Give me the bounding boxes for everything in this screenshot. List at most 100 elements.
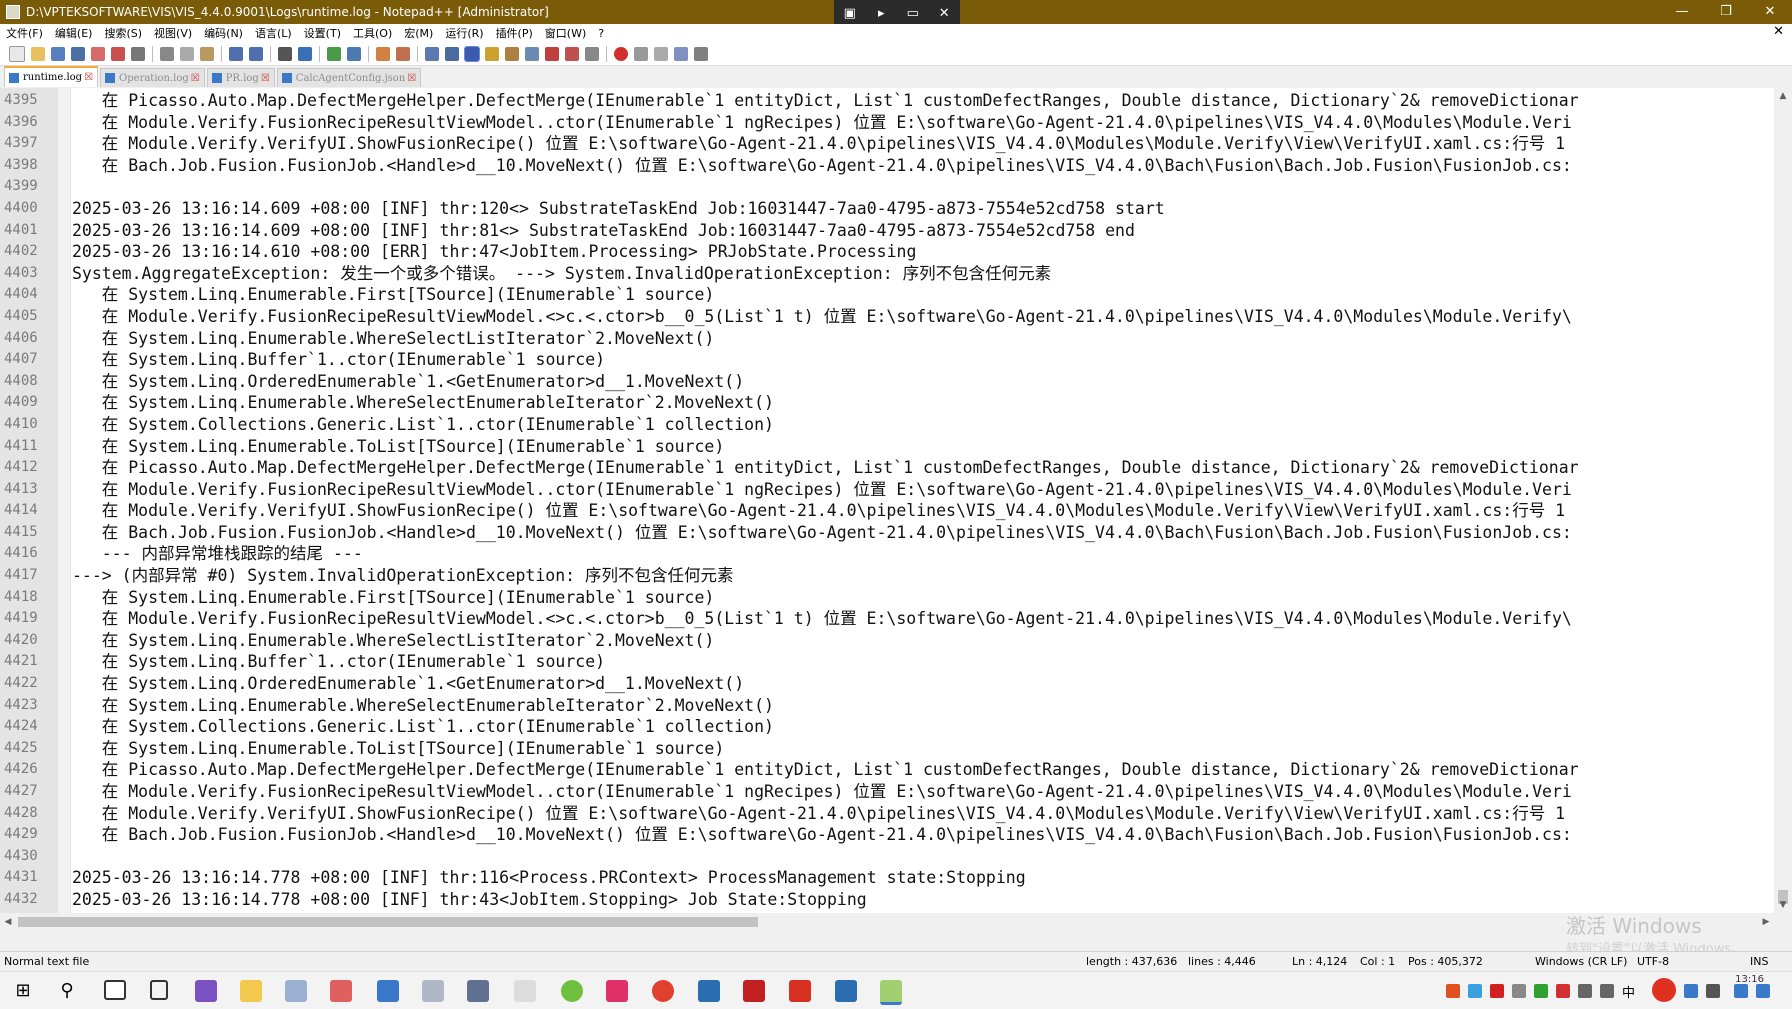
remote-screen-icon[interactable]: ▣ (839, 6, 861, 21)
close-button[interactable]: ✕ (1748, 0, 1792, 24)
menu-view[interactable]: 视图(V) (148, 25, 198, 41)
paste-icon[interactable] (200, 46, 214, 61)
menu-plugins[interactable]: 插件(P) (490, 25, 539, 41)
text-line[interactable]: 4418 在 System.Linq.Enumerable.First[TSou… (0, 587, 1772, 609)
tab-close-icon[interactable]: ☒ (191, 73, 200, 84)
menu-encoding[interactable]: 编码(N) (198, 25, 249, 41)
text-line[interactable]: 4432 2025-03-26 13:16:14.778 +08:00 [INF]… (0, 889, 1772, 911)
line-text[interactable]: 2025-03-26 13:16:14.609 +08:00 [INF] thr… (72, 198, 1165, 220)
menu-macro[interactable]: 宏(M) (398, 25, 439, 41)
line-text[interactable]: 在 Module.Verify.VerifyUI.ShowFusionRecip… (72, 133, 1565, 155)
text-line[interactable]: 4408 在 System.Linq.OrderedEnumerable`1.<… (0, 371, 1772, 393)
remote-desktop-icon[interactable] (422, 980, 444, 1002)
close-all-icon[interactable] (111, 46, 125, 61)
zoom-out-icon[interactable] (347, 46, 361, 61)
tray-punctuation-icon[interactable] (1706, 984, 1720, 998)
open-file-icon[interactable] (31, 46, 45, 61)
text-line[interactable]: 4419 在 Module.Verify.FusionRecipeResultV… (0, 608, 1772, 630)
tray-keyboard-icon[interactable] (1756, 984, 1770, 998)
scroll-down-icon[interactable]: ▼ (1774, 897, 1792, 913)
remote-close-icon[interactable]: ✕ (933, 6, 955, 21)
line-text[interactable]: 在 Picasso.Auto.Map.DefectMergeHelper.Def… (72, 90, 1579, 112)
line-text[interactable]: 在 Module.Verify.FusionRecipeResultViewMo… (72, 479, 1572, 501)
find-icon[interactable] (278, 46, 292, 61)
sogou-ime-icon[interactable] (1652, 978, 1676, 1002)
tab-operation-log[interactable]: Operation.log ☒ (100, 68, 205, 87)
line-text[interactable]: 在 Bach.Job.Fusion.FusionJob.<Handle>d__1… (72, 522, 1572, 544)
text-line[interactable]: 4401 2025-03-26 13:16:14.609 +08:00 [INF]… (0, 220, 1772, 242)
restore-button[interactable]: ❐ (1704, 0, 1748, 24)
network-tool-icon[interactable] (467, 980, 489, 1002)
tray-app-icon[interactable] (1446, 984, 1460, 998)
line-text[interactable]: 2025-03-26 13:16:14.778 +08:00 [INF] thr… (72, 867, 1026, 889)
remote-send-icon[interactable]: ▸ (870, 6, 892, 21)
desktop-icon[interactable] (104, 980, 126, 1000)
line-text[interactable]: 在 Module.Verify.FusionRecipeResultViewMo… (72, 608, 1572, 630)
green-app-icon[interactable] (561, 980, 583, 1002)
save-macro-icon[interactable] (694, 46, 708, 61)
cut-icon[interactable] (160, 46, 174, 61)
vis-app-icon-2[interactable] (835, 980, 857, 1002)
line-text[interactable]: System.AggregateException: 发生一个或多个错误。 --… (72, 263, 1051, 285)
line-text[interactable]: 在 Module.Verify.VerifyUI.ShowFusionRecip… (72, 500, 1565, 522)
text-line[interactable]: 4421 在 System.Linq.Buffer`1..ctor(IEnume… (0, 651, 1772, 673)
vis-app-icon[interactable] (698, 980, 720, 1002)
status-encoding[interactable]: UTF-8 (1637, 955, 1669, 968)
doc-list-icon[interactable] (525, 46, 539, 61)
indent-guide-icon[interactable] (464, 45, 480, 62)
text-line[interactable]: 4424 在 System.Collections.Generic.List`1… (0, 716, 1772, 738)
tray-mic-icon[interactable] (1734, 984, 1748, 998)
horizontal-scrollbar[interactable]: ◀ ▶ (0, 913, 1774, 931)
notepadpp-app-icon[interactable] (6, 5, 20, 19)
editor-area[interactable]: 4395 在 Picasso.Auto.Map.DefectMergeHelpe… (0, 88, 1792, 931)
text-line[interactable]: 4429 在 Bach.Job.Fusion.FusionJob.<Handle… (0, 824, 1772, 846)
folder-workspace-icon[interactable] (565, 46, 579, 61)
text-line[interactable]: 4427 在 Module.Verify.FusionRecipeResultV… (0, 781, 1772, 803)
tray-security-icon[interactable] (1490, 984, 1504, 998)
line-text[interactable]: 在 System.Linq.Enumerable.ToList[TSource]… (72, 738, 724, 760)
menu-file[interactable]: 文件(F) (0, 25, 49, 41)
tray-volume-icon[interactable] (1600, 984, 1614, 998)
menu-help[interactable]: ? (592, 27, 610, 40)
text-line[interactable]: 4413 在 Module.Verify.FusionRecipeResultV… (0, 479, 1772, 501)
undo-icon[interactable] (229, 46, 243, 61)
wps-icon[interactable] (789, 980, 811, 1002)
line-text[interactable]: --- 内部异常堆栈跟踪的结尾 --- (72, 543, 363, 565)
text-line[interactable]: 4431 2025-03-26 13:16:14.778 +08:00 [INF]… (0, 867, 1772, 889)
scroll-left-icon[interactable]: ◀ (0, 913, 16, 931)
text-line[interactable]: 4398 在 Bach.Job.Fusion.FusionJob.<Handle… (0, 155, 1772, 177)
tray-clock-icon[interactable] (1512, 984, 1526, 998)
line-text[interactable]: 2025-03-26 13:16:14.778 +08:00 [INF] thr… (72, 889, 867, 911)
text-line[interactable]: 4428 在 Module.Verify.VerifyUI.ShowFusion… (0, 803, 1772, 825)
text-line[interactable]: 4412 在 Picasso.Auto.Map.DefectMergeHelpe… (0, 457, 1772, 479)
text-line[interactable]: 4422 在 System.Linq.OrderedEnumerable`1.<… (0, 673, 1772, 695)
text-line[interactable]: 4407 在 System.Linq.Buffer`1..ctor(IEnume… (0, 349, 1772, 371)
line-text[interactable]: 在 Picasso.Auto.Map.DefectMergeHelper.Def… (72, 759, 1579, 781)
text-line[interactable]: 4405 在 Module.Verify.FusionRecipeResultV… (0, 306, 1772, 328)
taskbar-clock[interactable]: 13:16 (1735, 974, 1764, 985)
sync-vertical-icon[interactable] (376, 46, 390, 61)
tab-runtime-log[interactable]: runtime.log ☒ (4, 66, 99, 87)
scroll-up-icon[interactable]: ▲ (1774, 88, 1792, 104)
menu-edit[interactable]: 编辑(E) (49, 25, 99, 41)
text-line[interactable]: 4399 (0, 176, 1772, 198)
new-file-icon[interactable] (9, 45, 25, 62)
text-line[interactable]: 4426 在 Picasso.Auto.Map.DefectMergeHelpe… (0, 759, 1772, 781)
text-line[interactable]: 4400 2025-03-26 13:16:14.609 +08:00 [INF]… (0, 198, 1772, 220)
save-icon[interactable] (51, 46, 65, 61)
play-macro-icon[interactable] (654, 46, 668, 61)
tray-bluetooth-icon[interactable] (1468, 984, 1482, 998)
text-line[interactable]: 4396 在 Module.Verify.FusionRecipeResultV… (0, 112, 1772, 134)
search-icon[interactable]: ⚲ (56, 980, 78, 1002)
text-line[interactable]: 4420 在 System.Linq.Enumerable.WhereSelec… (0, 630, 1772, 652)
menu-run[interactable]: 运行(R) (439, 25, 489, 41)
text-line[interactable]: 4411 在 System.Linq.Enumerable.ToList[TSo… (0, 436, 1772, 458)
tray-ime-indicator[interactable]: 中 (1622, 982, 1635, 1001)
text-line[interactable]: 4425 在 System.Linq.Enumerable.ToList[TSo… (0, 738, 1772, 760)
task-view-icon[interactable] (150, 980, 168, 1000)
visual-studio-icon[interactable] (195, 980, 217, 1002)
horizontal-scroll-thumb[interactable] (18, 917, 758, 927)
line-text[interactable]: 在 Module.Verify.FusionRecipeResultViewMo… (72, 781, 1572, 803)
line-text[interactable]: 在 Module.Verify.VerifyUI.ShowFusionRecip… (72, 803, 1565, 825)
word-wrap-icon[interactable] (425, 46, 439, 61)
